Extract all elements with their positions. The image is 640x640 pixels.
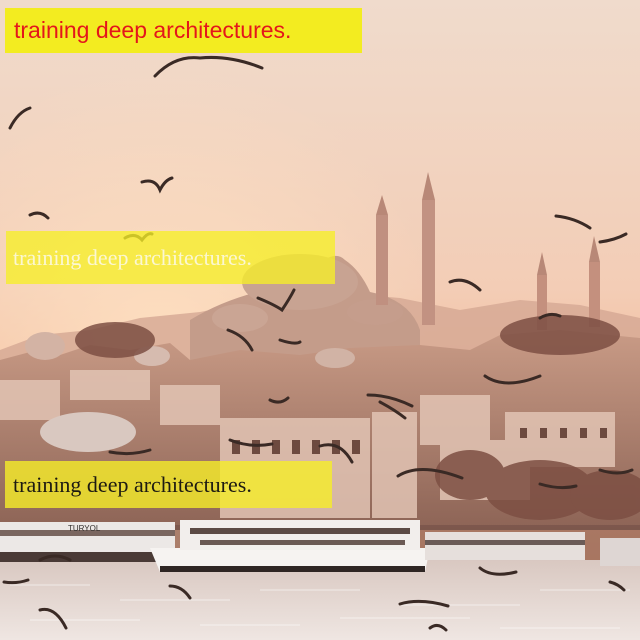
caption-top: training deep architectures. — [5, 8, 362, 53]
istanbul-photo: TURYOL — [0, 0, 640, 640]
small-dome — [40, 412, 136, 452]
small-dome — [315, 348, 355, 368]
caption-middle: training deep architectures. — [6, 231, 335, 284]
small-dome — [25, 332, 65, 360]
ferry-main — [150, 520, 430, 572]
caption-bottom: training deep architectures. — [5, 461, 332, 508]
ferry-name: TURYOL — [68, 524, 101, 533]
ferry-left: TURYOL — [0, 522, 175, 562]
